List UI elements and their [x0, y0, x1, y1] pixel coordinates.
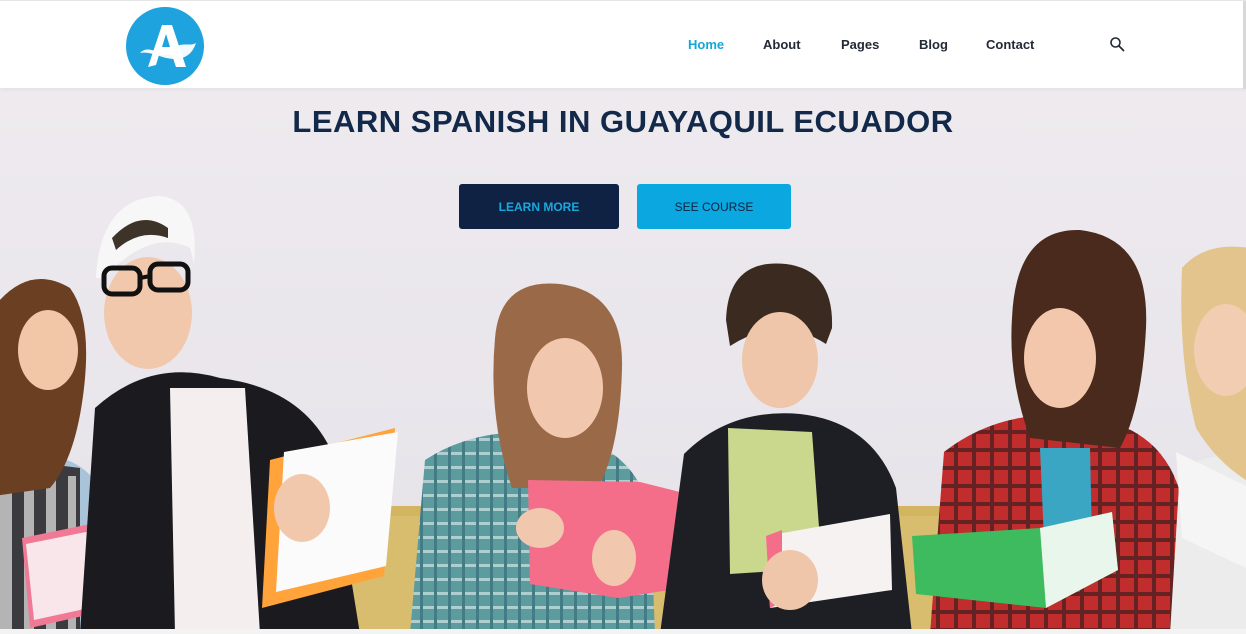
nav-about[interactable]: About: [763, 37, 801, 52]
hero-bottom-edge: [0, 629, 1246, 634]
nav-pages[interactable]: Pages: [841, 37, 879, 52]
nav-contact[interactable]: Contact: [986, 37, 1034, 52]
hero-title: LEARN SPANISH IN GUAYAQUIL ECUADOR: [292, 104, 954, 139]
hero-section: LEARN SPANISH IN GUAYAQUIL ECUADOR LEARN…: [0, 88, 1246, 634]
learn-more-button[interactable]: LEARN MORE: [459, 184, 619, 229]
hero-students-photo: [0, 196, 1246, 634]
nav-home[interactable]: Home: [688, 37, 724, 52]
see-course-button[interactable]: SEE COURSE: [637, 184, 791, 229]
search-icon[interactable]: [1109, 36, 1125, 52]
site-header: Home About Pages Blog Contact: [0, 0, 1246, 89]
site-logo[interactable]: [126, 7, 204, 85]
nav-blog[interactable]: Blog: [919, 37, 948, 52]
